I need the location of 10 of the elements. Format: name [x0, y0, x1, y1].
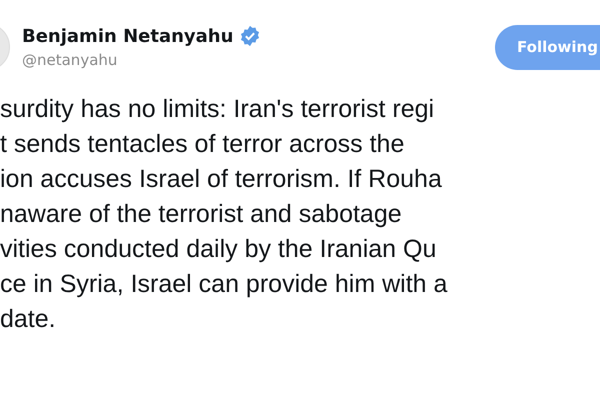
tweet-text-line: t sends tentacles of terror across the: [0, 129, 406, 160]
author-handle: @netanyahu: [22, 51, 118, 69]
following-button[interactable]: Following: [495, 24, 600, 70]
tweet-text-line: ion accuses Israel of terrorism. If Rouha: [0, 164, 443, 195]
tweet-text-line: vities conducted daily by the Iranian Qu: [0, 234, 438, 265]
tweet-text-line: surdity has no limits: Iran's terrorist regi: [0, 94, 436, 125]
tweet-text-line: ce in Syria, Israel can provide him with a: [0, 269, 448, 300]
tweet-text-line: date.: [0, 304, 57, 335]
tweet-text-line: naware of the terrorist and sabotage: [0, 199, 403, 230]
author-name: Benjamin Netanyahu: [22, 26, 234, 46]
